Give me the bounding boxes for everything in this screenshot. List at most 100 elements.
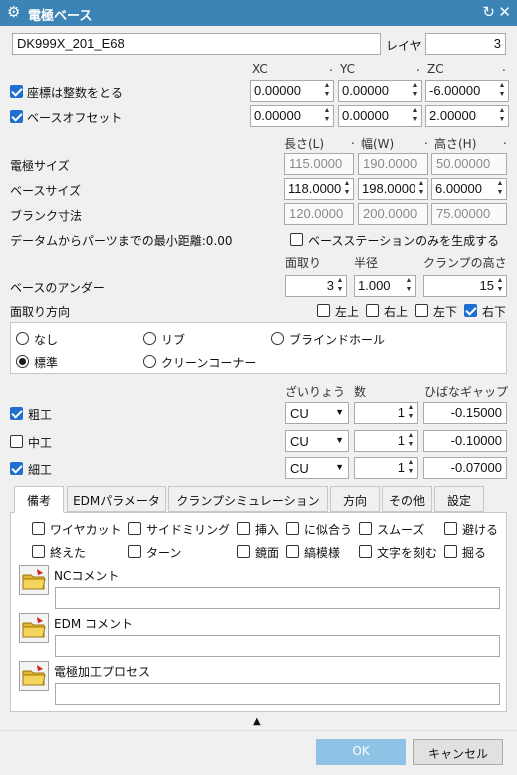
- radio-none[interactable]: [16, 332, 29, 345]
- chamfer-bottom-right-label: 右下: [482, 305, 507, 319]
- stripe-checkbox[interactable]: [286, 545, 299, 558]
- radius-header: 半径: [354, 256, 379, 270]
- fine-gap-input[interactable]: -0.07000: [423, 457, 507, 479]
- reset-icon[interactable]: ↻: [482, 3, 495, 21]
- offset-xc-spinner[interactable]: 0.00000 ▲ ▼: [250, 105, 334, 127]
- radius-spinner[interactable]: 1.000 ▲ ▼: [354, 275, 416, 297]
- integer-label: 座標は整数をとる: [27, 86, 124, 100]
- tab-notes[interactable]: 備考: [14, 486, 64, 513]
- dig-checkbox[interactable]: [444, 545, 457, 558]
- tab-clamp-simulation[interactable]: クランプシミュレーション: [168, 486, 328, 512]
- nc-folder-button[interactable]: [19, 565, 49, 595]
- base-type-panel: [10, 322, 507, 374]
- base-length-spinner[interactable]: 118.0000 ▲ ▼: [284, 178, 354, 200]
- finished-label: 終えた: [50, 546, 87, 560]
- material-header: ざいりょう: [285, 385, 346, 399]
- rough-count-spinner[interactable]: 1 ▲ ▼: [354, 402, 418, 424]
- insert-checkbox[interactable]: [237, 522, 250, 535]
- medium-material-select[interactable]: CU ▼: [285, 430, 349, 452]
- yc-header: YC: [340, 62, 356, 76]
- header-dot: .: [329, 60, 333, 74]
- chamfer-top-left-checkbox[interactable]: [317, 304, 330, 317]
- smooth-checkbox[interactable]: [359, 522, 372, 535]
- offset-zc-spinner[interactable]: 2.00000 ▲ ▼: [425, 105, 509, 127]
- side-milling-checkbox[interactable]: [128, 522, 141, 535]
- height-header: 高さ(H): [434, 137, 477, 151]
- rough-gap-input[interactable]: -0.15000: [423, 402, 507, 424]
- window-title: 電極ベース: [28, 9, 93, 24]
- chamfer-top-left-label: 左上: [335, 305, 360, 319]
- rough-checkbox[interactable]: [10, 407, 23, 420]
- fine-count-spinner[interactable]: 1 ▲ ▼: [354, 457, 418, 479]
- base-height-spinner[interactable]: 6.00000 ▲ ▼: [431, 178, 507, 200]
- spark-gap-header: ひばなギャップ: [424, 385, 509, 399]
- radio-standard[interactable]: [16, 355, 29, 368]
- match-checkbox[interactable]: [286, 522, 299, 535]
- avoid-checkbox[interactable]: [444, 522, 457, 535]
- base-size-label: ベースサイズ: [10, 184, 82, 198]
- process-comment-input[interactable]: [55, 683, 500, 705]
- chamfer-spinner[interactable]: 3 ▲ ▼: [285, 275, 347, 297]
- footer-divider: [0, 730, 517, 731]
- close-icon[interactable]: ✕: [498, 3, 511, 21]
- tab-other[interactable]: その他: [382, 486, 432, 512]
- count-header: 数: [354, 385, 367, 399]
- match-label: に似合う: [304, 523, 353, 537]
- header-dot: .: [502, 60, 506, 74]
- side-milling-label: サイドミリング: [146, 523, 231, 537]
- clamp-height-spinner[interactable]: 15 ▲ ▼: [423, 275, 507, 297]
- gear-icon[interactable]: ⚙: [7, 3, 20, 21]
- engrave-checkbox[interactable]: [359, 545, 372, 558]
- mirror-checkbox[interactable]: [237, 545, 250, 558]
- offset-checkbox[interactable]: [10, 110, 23, 123]
- edm-folder-button[interactable]: [19, 613, 49, 643]
- medium-gap-input[interactable]: -0.10000: [423, 430, 507, 452]
- radio-rib[interactable]: [143, 332, 156, 345]
- engrave-label: 文字を刻む: [377, 546, 438, 560]
- fine-checkbox[interactable]: [10, 462, 23, 475]
- radio-clean-corner-label: クリーンコーナー: [161, 356, 257, 370]
- radio-blind-hole[interactable]: [271, 332, 284, 345]
- finished-checkbox[interactable]: [32, 545, 45, 558]
- tab-settings[interactable]: 設定: [434, 486, 484, 512]
- cancel-button[interactable]: キャンセル: [413, 739, 503, 765]
- offset-label: ベースオフセット: [27, 111, 123, 125]
- radio-clean-corner[interactable]: [143, 355, 156, 368]
- integer-zc-spinner[interactable]: -6.00000 ▲ ▼: [425, 80, 509, 102]
- offset-yc-spinner[interactable]: 0.00000 ▲ ▼: [338, 105, 422, 127]
- folder-icon: [22, 569, 46, 590]
- mirror-label: 鏡面: [255, 546, 280, 560]
- fine-material-select[interactable]: CU ▼: [285, 457, 349, 479]
- tab-direction[interactable]: 方向: [330, 486, 380, 512]
- edm-comment-input[interactable]: [55, 635, 500, 657]
- chamfer-bottom-right-checkbox[interactable]: [464, 304, 477, 317]
- wire-cut-checkbox[interactable]: [32, 522, 45, 535]
- chamfer-top-right-checkbox[interactable]: [366, 304, 379, 317]
- medium-checkbox[interactable]: [10, 435, 23, 448]
- header-dot: .: [424, 133, 428, 147]
- base-width-spinner[interactable]: 198.0000 ▲ ▼: [358, 178, 428, 200]
- xc-header: XC: [252, 62, 268, 76]
- turn-checkbox[interactable]: [128, 545, 141, 558]
- width-header: 幅(W): [361, 137, 395, 151]
- integer-yc-spinner[interactable]: 0.00000 ▲ ▼: [338, 80, 422, 102]
- electrode-length: 115.0000: [284, 153, 354, 175]
- header-dot: .: [503, 133, 507, 147]
- triangle-up-icon[interactable]: ▲: [253, 716, 261, 727]
- process-folder-button[interactable]: [19, 661, 49, 691]
- medium-count-spinner[interactable]: 1 ▲ ▼: [354, 430, 418, 452]
- folder-icon: [22, 665, 46, 686]
- dig-label: 掘る: [462, 546, 487, 560]
- integer-xc-spinner[interactable]: 0.00000 ▲ ▼: [250, 80, 334, 102]
- ok-button[interactable]: OK: [316, 739, 406, 765]
- rough-material-select[interactable]: CU ▼: [285, 402, 349, 424]
- radio-rib-label: リブ: [161, 333, 186, 347]
- station-only-checkbox[interactable]: [290, 233, 303, 246]
- integer-checkbox[interactable]: [10, 85, 23, 98]
- chamfer-bottom-left-checkbox[interactable]: [415, 304, 428, 317]
- layer-input[interactable]: 3: [425, 33, 506, 55]
- nc-comment-input[interactable]: [55, 587, 500, 609]
- name-input[interactable]: DK999X_201_E68: [12, 33, 381, 55]
- notes-tab-panel: [10, 512, 507, 712]
- tab-edm-params[interactable]: EDMパラメータ: [67, 486, 166, 512]
